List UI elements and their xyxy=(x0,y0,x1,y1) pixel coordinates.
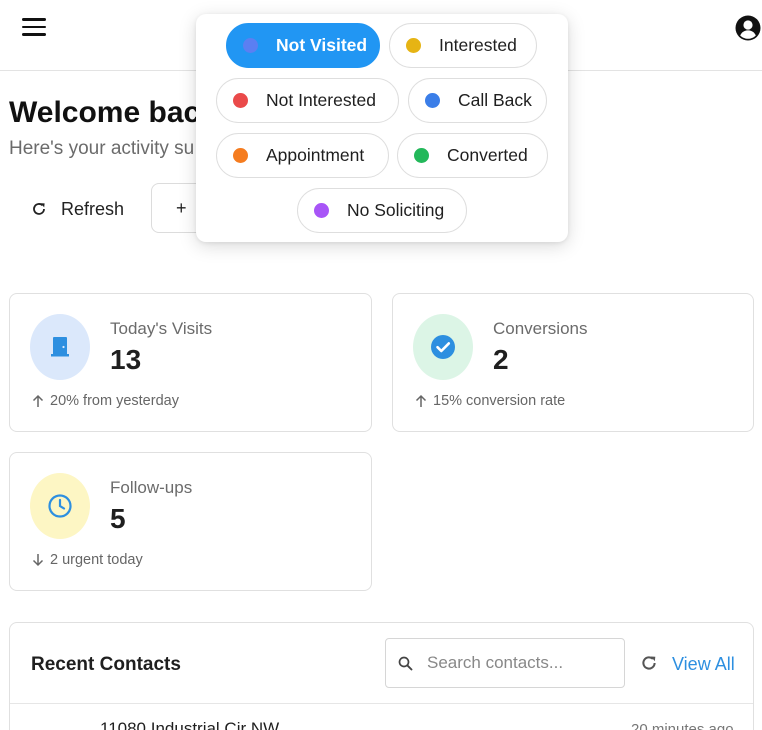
clock-icon xyxy=(30,473,90,539)
status-chip-converted[interactable]: Converted xyxy=(397,133,548,178)
status-dot xyxy=(233,148,248,163)
stat-trend: 2 urgent today xyxy=(32,552,143,568)
recent-contacts-panel: Recent Contacts View All 11080 Industria… xyxy=(9,622,754,730)
status-chip-not-visited[interactable]: Not Visited xyxy=(226,23,380,68)
recent-contacts-title: Recent Contacts xyxy=(31,654,181,675)
contact-time: 20 minutes ago xyxy=(631,721,734,730)
check-circle-icon xyxy=(413,314,473,380)
stat-value: 2 xyxy=(493,344,509,375)
plus-icon: + xyxy=(176,197,187,218)
status-chip-not-interested[interactable]: Not Interested xyxy=(216,78,399,123)
status-chip-label: No Soliciting xyxy=(347,200,445,220)
search-contacts-input[interactable] xyxy=(427,653,607,673)
status-chip-label: Interested xyxy=(439,35,517,55)
search-contacts-box[interactable] xyxy=(385,638,625,688)
stat-trend-text: 2 urgent today xyxy=(50,552,143,568)
status-dot xyxy=(233,93,248,108)
status-chip-label: Call Back xyxy=(458,90,532,110)
status-filter-popup: Not Visited Interested Not Interested Ca… xyxy=(196,14,568,242)
status-dot xyxy=(425,93,440,108)
stat-card-todays-visits: Today's Visits 13 20% from yesterday xyxy=(9,293,372,432)
stat-label: Follow-ups xyxy=(110,478,193,497)
stat-trend-text: 15% conversion rate xyxy=(433,393,566,409)
arrow-up-icon xyxy=(415,394,427,407)
status-chip-label: Not Visited xyxy=(276,35,368,55)
stat-trend: 20% from yesterday xyxy=(32,393,179,409)
stat-trend-text: 20% from yesterday xyxy=(50,393,179,409)
search-icon xyxy=(398,656,413,670)
refresh-icon xyxy=(33,203,45,215)
status-chip-label: Converted xyxy=(447,145,528,165)
welcome-heading: Welcome bac xyxy=(9,96,201,129)
hamburger-menu-icon[interactable] xyxy=(22,18,46,38)
status-dot xyxy=(414,148,429,163)
arrow-up-icon xyxy=(32,394,44,407)
stat-label: Today's Visits xyxy=(110,319,213,338)
divider xyxy=(10,703,753,704)
stat-card-follow-ups: Follow-ups 5 2 urgent today xyxy=(9,452,372,591)
status-dot xyxy=(406,38,421,53)
door-icon xyxy=(30,314,90,380)
stat-trend: 15% conversion rate xyxy=(415,393,565,409)
stat-label: Conversions xyxy=(493,319,588,338)
refresh-icon[interactable] xyxy=(640,654,658,672)
stat-card-conversions: Conversions 2 15% conversion rate xyxy=(392,293,754,432)
status-chip-label: Appointment xyxy=(266,145,365,165)
status-dot xyxy=(243,38,258,53)
status-dot xyxy=(314,203,329,218)
contact-address[interactable]: 11080 Industrial Cir NW xyxy=(100,719,279,730)
view-all-link[interactable]: View All xyxy=(672,654,735,675)
status-chip-label: Not Interested xyxy=(266,90,376,110)
status-chip-no-soliciting[interactable]: No Soliciting xyxy=(297,188,467,233)
refresh-label: Refresh xyxy=(61,198,125,219)
refresh-button[interactable]: Refresh xyxy=(13,186,142,232)
stat-value: 5 xyxy=(110,503,126,534)
welcome-subtitle: Here's your activity su xyxy=(9,138,195,159)
account-circle-icon[interactable] xyxy=(735,15,761,41)
status-chip-interested[interactable]: Interested xyxy=(389,23,537,68)
status-chip-appointment[interactable]: Appointment xyxy=(216,133,389,178)
dashboard-page: Welcome bac Here's your activity su Refr… xyxy=(0,0,762,730)
status-chip-call-back[interactable]: Call Back xyxy=(408,78,547,123)
arrow-down-icon xyxy=(32,554,44,567)
stat-value: 13 xyxy=(110,344,142,375)
